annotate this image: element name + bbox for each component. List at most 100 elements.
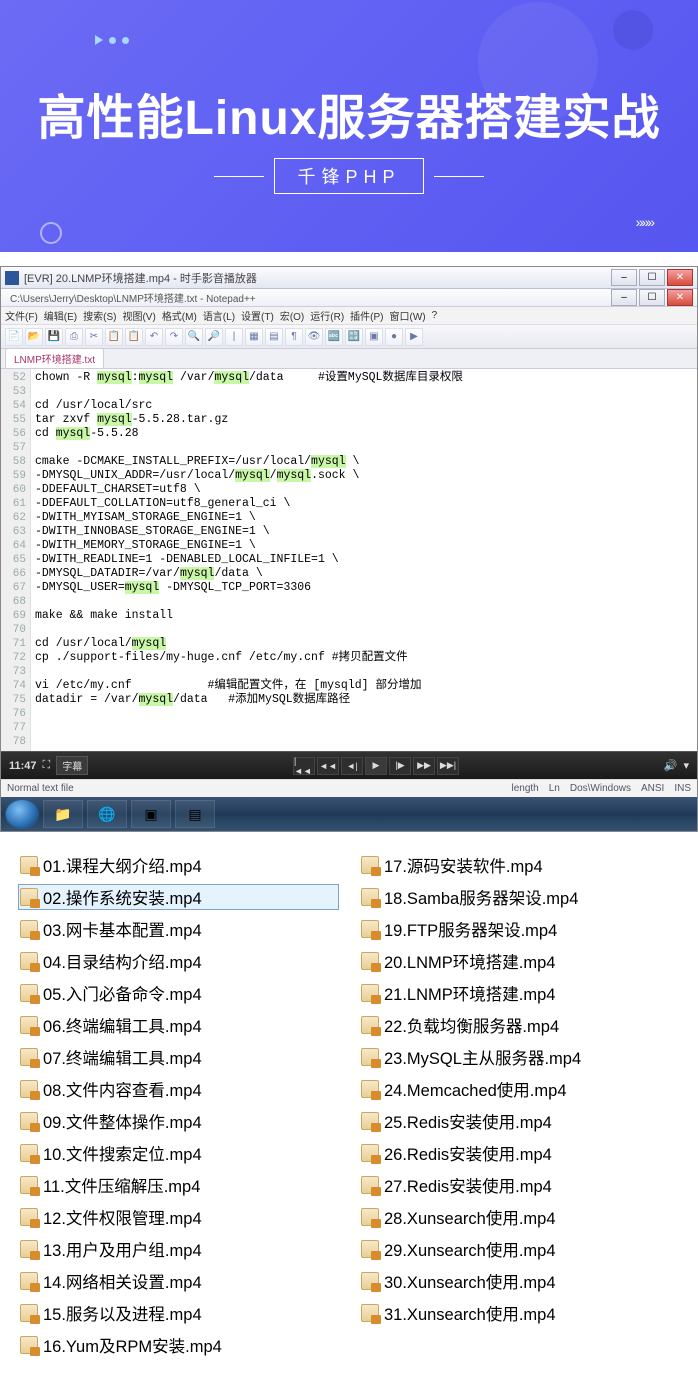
toolbar-button[interactable]: 📋 bbox=[125, 328, 143, 346]
menu-item[interactable]: 编辑(E) bbox=[44, 308, 77, 323]
menu-item[interactable]: 插件(P) bbox=[350, 308, 383, 323]
toolbar-button[interactable]: 📂 bbox=[25, 328, 43, 346]
task-explorer-icon[interactable]: 📁 bbox=[43, 800, 83, 828]
file-item[interactable]: 24.Memcached使用.mp4 bbox=[359, 1076, 680, 1102]
toolbar-button[interactable]: ▣ bbox=[365, 328, 383, 346]
file-item[interactable]: 02.操作系统安装.mp4 bbox=[18, 884, 339, 910]
inner-maximize-button[interactable]: ☐ bbox=[639, 289, 665, 306]
inner-titlebar[interactable]: C:\Users\Jerry\Desktop\LNMP环境搭建.txt - No… bbox=[1, 289, 697, 307]
rewind-button[interactable]: ◄◄ bbox=[317, 757, 339, 775]
file-item[interactable]: 09.文件整体操作.mp4 bbox=[18, 1108, 339, 1134]
file-item[interactable]: 29.Xunsearch使用.mp4 bbox=[359, 1236, 680, 1262]
subtitle-button[interactable]: 字幕 bbox=[56, 756, 88, 775]
toolbar-button[interactable]: 🔤 bbox=[325, 328, 343, 346]
toolbar-button[interactable]: ▤ bbox=[265, 328, 283, 346]
file-item[interactable]: 11.文件压缩解压.mp4 bbox=[18, 1172, 339, 1198]
toolbar-button[interactable]: 📄 bbox=[5, 328, 23, 346]
toolbar-button[interactable]: ↶ bbox=[145, 328, 163, 346]
toolbar-button[interactable]: 📋 bbox=[105, 328, 123, 346]
file-item[interactable]: 16.Yum及RPM安装.mp4 bbox=[18, 1332, 339, 1358]
outer-titlebar[interactable]: [EVR] 20.LNMP环境搭建.mp4 - 时手影音播放器 – ☐ ✕ bbox=[1, 267, 697, 289]
forward-button[interactable]: ▶▶ bbox=[413, 757, 435, 775]
file-item[interactable]: 08.文件内容查看.mp4 bbox=[18, 1076, 339, 1102]
file-item[interactable]: 21.LNMP环境搭建.mp4 bbox=[359, 980, 680, 1006]
toolbar-button[interactable]: ● bbox=[385, 328, 403, 346]
file-item[interactable]: 03.网卡基本配置.mp4 bbox=[18, 916, 339, 942]
video-file-icon bbox=[20, 1176, 38, 1194]
menu-item[interactable]: 语言(L) bbox=[203, 308, 235, 323]
file-item[interactable]: 07.终端编辑工具.mp4 bbox=[18, 1044, 339, 1070]
video-menu-icon[interactable]: ▾ bbox=[683, 759, 689, 772]
toolbar-button[interactable]: ⎙ bbox=[65, 328, 83, 346]
maximize-button[interactable]: ☐ bbox=[639, 269, 665, 286]
file-item[interactable]: 05.入门必备命令.mp4 bbox=[18, 980, 339, 1006]
task-app2-icon[interactable]: ▤ bbox=[175, 800, 215, 828]
toolbar-button[interactable]: ✂ bbox=[85, 328, 103, 346]
toolbar-button[interactable]: ▦ bbox=[245, 328, 263, 346]
step-back-button[interactable]: ◄| bbox=[341, 757, 363, 775]
start-button[interactable] bbox=[5, 799, 39, 829]
file-item[interactable]: 18.Samba服务器架设.mp4 bbox=[359, 884, 680, 910]
status-filetype: Normal text file bbox=[7, 783, 74, 794]
toolbar-button[interactable]: ▶ bbox=[405, 328, 423, 346]
menu-item[interactable]: 搜索(S) bbox=[83, 308, 116, 323]
toolbar-button[interactable]: ¶ bbox=[285, 328, 303, 346]
file-item[interactable]: 13.用户及用户组.mp4 bbox=[18, 1236, 339, 1262]
video-file-icon bbox=[361, 888, 379, 906]
file-item[interactable]: 04.目录结构介绍.mp4 bbox=[18, 948, 339, 974]
file-item[interactable]: 22.负载均衡服务器.mp4 bbox=[359, 1012, 680, 1038]
toolbar-button[interactable]: | bbox=[225, 328, 243, 346]
menu-item[interactable]: 设置(T) bbox=[241, 308, 274, 323]
toolbar-button[interactable]: 💾 bbox=[45, 328, 63, 346]
file-column-right: 17.源码安装软件.mp4 18.Samba服务器架设.mp4 19.FTP服务器架… bbox=[359, 852, 680, 1358]
file-item[interactable]: 10.文件搜索定位.mp4 bbox=[18, 1140, 339, 1166]
inner-minimize-button[interactable]: – bbox=[611, 289, 637, 306]
inner-close-button[interactable]: ✕ bbox=[667, 289, 693, 306]
menu-item[interactable]: 宏(O) bbox=[280, 308, 304, 323]
file-item[interactable]: 23.MySQL主从服务器.mp4 bbox=[359, 1044, 680, 1070]
file-label: 04.目录结构介绍.mp4 bbox=[43, 949, 202, 973]
step-fwd-button[interactable]: |▶ bbox=[389, 757, 411, 775]
document-tab[interactable]: LNMP环境搭建.txt bbox=[5, 348, 104, 368]
fullscreen-icon[interactable]: ⛶ bbox=[43, 759, 51, 772]
file-item[interactable]: 25.Redis安装使用.mp4 bbox=[359, 1108, 680, 1134]
prev-track-button[interactable]: |◄◄ bbox=[293, 757, 315, 775]
menu-item[interactable]: ? bbox=[432, 310, 438, 321]
toolbar-button[interactable]: 👁 bbox=[305, 328, 323, 346]
file-item[interactable]: 15.服务以及进程.mp4 bbox=[18, 1300, 339, 1326]
file-item[interactable]: 26.Redis安装使用.mp4 bbox=[359, 1140, 680, 1166]
play-button[interactable]: ▶ bbox=[365, 757, 387, 775]
toolbar-button[interactable]: ↷ bbox=[165, 328, 183, 346]
code-editor[interactable]: 52 53 54 55 56 57 58 59 60 61 62 63 64 6… bbox=[1, 369, 697, 751]
menu-item[interactable]: 视图(V) bbox=[122, 308, 155, 323]
file-item[interactable]: 12.文件权限管理.mp4 bbox=[18, 1204, 339, 1230]
file-item[interactable]: 14.网络相关设置.mp4 bbox=[18, 1268, 339, 1294]
close-button[interactable]: ✕ bbox=[667, 269, 693, 286]
toolbar-button[interactable]: 🔎 bbox=[205, 328, 223, 346]
file-item[interactable]: 06.终端编辑工具.mp4 bbox=[18, 1012, 339, 1038]
volume-icon[interactable]: 🔊 bbox=[664, 759, 678, 772]
file-item[interactable]: 20.LNMP环境搭建.mp4 bbox=[359, 948, 680, 974]
menu-item[interactable]: 文件(F) bbox=[5, 308, 38, 323]
menu-item[interactable]: 窗口(W) bbox=[390, 308, 426, 323]
video-file-icon bbox=[20, 1112, 38, 1130]
file-label: 27.Redis安装使用.mp4 bbox=[384, 1173, 552, 1197]
file-item[interactable]: 17.源码安装软件.mp4 bbox=[359, 852, 680, 878]
file-item[interactable]: 01.课程大纲介绍.mp4 bbox=[18, 852, 339, 878]
file-item[interactable]: 28.Xunsearch使用.mp4 bbox=[359, 1204, 680, 1230]
next-track-button[interactable]: ▶▶| bbox=[437, 757, 459, 775]
task-browser-icon[interactable]: 🌐 bbox=[87, 800, 127, 828]
menu-item[interactable]: 运行(R) bbox=[310, 308, 344, 323]
toolbar-button[interactable]: 🔡 bbox=[345, 328, 363, 346]
menu-item[interactable]: 格式(M) bbox=[162, 308, 197, 323]
file-item[interactable]: 19.FTP服务器架设.mp4 bbox=[359, 916, 680, 942]
file-item[interactable]: 31.Xunsearch使用.mp4 bbox=[359, 1300, 680, 1326]
video-file-icon bbox=[20, 856, 38, 874]
file-item[interactable]: 30.Xunsearch使用.mp4 bbox=[359, 1268, 680, 1294]
task-app-icon[interactable]: ▣ bbox=[131, 800, 171, 828]
file-label: 28.Xunsearch使用.mp4 bbox=[384, 1205, 556, 1229]
toolbar-button[interactable]: 🔍 bbox=[185, 328, 203, 346]
minimize-button[interactable]: – bbox=[611, 269, 637, 286]
video-file-icon bbox=[361, 1144, 379, 1162]
file-item[interactable]: 27.Redis安装使用.mp4 bbox=[359, 1172, 680, 1198]
